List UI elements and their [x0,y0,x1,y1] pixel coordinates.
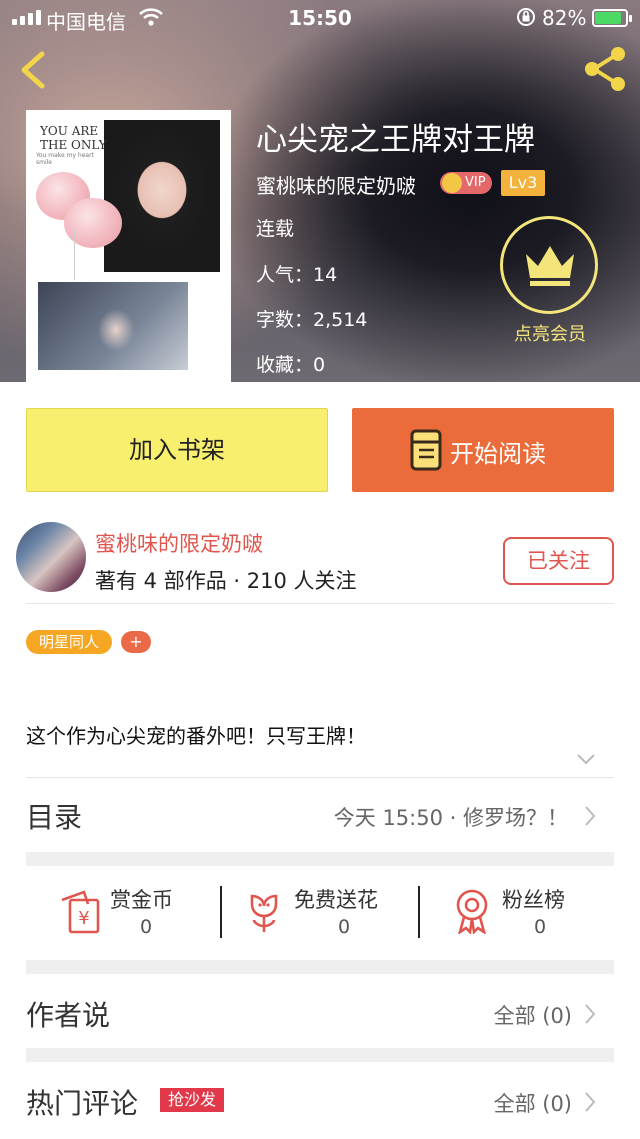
level-badge: Lv3 [501,170,545,196]
coins-label: 赏金币 [110,888,173,912]
cover-photo-bottom [38,282,188,370]
book-header: 中国电信 15:50 82% YOU ARE THE ONLY You make… [0,0,640,382]
book-description: 这个作为心尖宠的番外吧！只写王牌！ [26,724,366,748]
coins-value: 0 [140,916,153,938]
book-cover[interactable]: YOU ARE THE ONLY You make my heart smile [26,110,231,382]
book-author[interactable]: 蜜桃味的限定奶啵 [256,170,416,199]
divider [418,886,420,938]
chevron-right-icon [585,806,596,826]
book-title: 心尖宠之王牌对王牌 [256,122,535,158]
section-gap [26,852,614,866]
follow-button[interactable]: 已关注 [503,537,614,585]
fans-value: 0 [534,916,547,938]
share-button[interactable] [580,44,630,94]
divider [26,777,614,778]
flower-icon [250,894,278,932]
book-popularity: 人气：14 [256,264,338,286]
section-gap [26,1048,614,1062]
book-favorites: 收藏：0 [256,354,326,376]
toc-latest-chapter[interactable]: 今天 15:50 · 修罗场？！ [334,802,568,832]
add-to-shelf-button[interactable]: 加入书架 [26,408,328,492]
flowers-value: 0 [338,916,351,938]
hot-comments-all[interactable]: 全部 (0) [494,1088,572,1118]
chevron-right-icon [585,1092,596,1112]
battery-icon [592,9,632,27]
vip-crown-icon [442,173,462,193]
membership-label: 点亮会员 [514,324,586,345]
book-word-count: 字数：2,514 [256,309,368,331]
author-stats: 著有 4 部作品 · 210 人关注 [95,569,357,593]
cover-subtext: You make my heart smile [36,152,94,166]
cover-text: YOU ARE THE ONLY [40,124,107,152]
battery-percent: 82% [542,6,587,30]
genre-tag[interactable]: 明星同人 [26,630,112,654]
author-says-all[interactable]: 全部 (0) [494,1000,572,1030]
svg-text:¥: ¥ [78,908,89,929]
fans-label: 粉丝榜 [502,888,565,912]
back-button[interactable] [14,46,54,94]
cover-balloon [64,198,122,248]
add-tag-button[interactable]: + [121,631,151,653]
cover-photo-top [104,120,220,272]
first-comment-badge: 抢沙发 [160,1088,224,1112]
hot-comments-title[interactable]: 热门评论 [26,1082,138,1122]
divider [220,886,222,938]
section-gap [26,960,614,974]
membership-button[interactable]: 点亮会员 [500,216,600,346]
crown-icon [526,246,574,286]
medal-icon [456,889,488,934]
orientation-lock-icon [516,7,536,32]
start-reading-button[interactable]: 开始阅读 [352,408,614,492]
chevron-right-icon [585,1004,596,1024]
coin-envelope-icon: ¥ [61,890,100,934]
book-icon [410,429,442,471]
toc-title[interactable]: 目录 [26,796,82,836]
author-says-title[interactable]: 作者说 [26,994,110,1034]
divider [26,603,614,604]
author-name[interactable]: 蜜桃味的限定奶啵 [95,528,263,558]
author-avatar[interactable] [16,522,86,592]
vip-badge: VIP [440,172,492,194]
status-bar: 中国电信 15:50 82% [0,0,640,36]
flowers-label: 免费送花 [294,888,378,912]
chevron-down-icon[interactable] [576,752,596,766]
book-status: 连载 [256,218,295,240]
start-reading-label: 开始阅读 [450,440,546,468]
